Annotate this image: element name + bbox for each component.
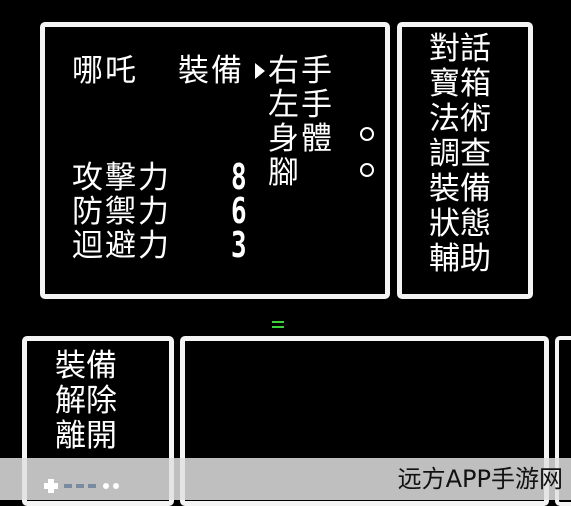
green-cursor-icon bbox=[272, 321, 284, 328]
selection-cursor-icon bbox=[255, 63, 265, 79]
stat-value-evasion: 3 bbox=[231, 225, 247, 266]
watermark-logo-icon bbox=[44, 479, 119, 493]
equip-option-remove[interactable]: 解除 bbox=[55, 386, 117, 417]
equip-option-leave[interactable]: 離開 bbox=[55, 421, 117, 452]
command-status[interactable]: 狀態 bbox=[429, 209, 491, 240]
stat-label-defense: 防禦力 bbox=[72, 194, 171, 230]
watermark-text: 远方APP手游网 bbox=[397, 465, 563, 493]
command-search[interactable]: 調查 bbox=[429, 139, 491, 170]
equip-option-equip[interactable]: 裝備 bbox=[55, 351, 117, 382]
equip-title: 裝備 bbox=[178, 53, 244, 89]
command-treasure[interactable]: 寶箱 bbox=[429, 69, 491, 100]
stat-label-evasion: 迴避力 bbox=[72, 228, 171, 264]
slot-feet[interactable]: 腳 bbox=[268, 158, 301, 189]
slot-body[interactable]: 身體 bbox=[268, 124, 334, 155]
command-assist[interactable]: 輔助 bbox=[429, 244, 491, 275]
equipped-ring-icon bbox=[360, 127, 374, 141]
slot-right-hand[interactable]: 右手 bbox=[268, 56, 334, 87]
game-screen: { "status": { "character_name": "哪吒", "e… bbox=[0, 0, 571, 506]
command-talk[interactable]: 對話 bbox=[429, 34, 491, 65]
character-name: 哪吒 bbox=[72, 53, 138, 89]
equipped-ring-icon bbox=[360, 163, 374, 177]
slot-left-hand[interactable]: 左手 bbox=[268, 90, 334, 121]
stat-label-attack: 攻擊力 bbox=[72, 160, 171, 196]
command-magic[interactable]: 法術 bbox=[429, 104, 491, 135]
command-equip[interactable]: 裝備 bbox=[429, 174, 491, 205]
